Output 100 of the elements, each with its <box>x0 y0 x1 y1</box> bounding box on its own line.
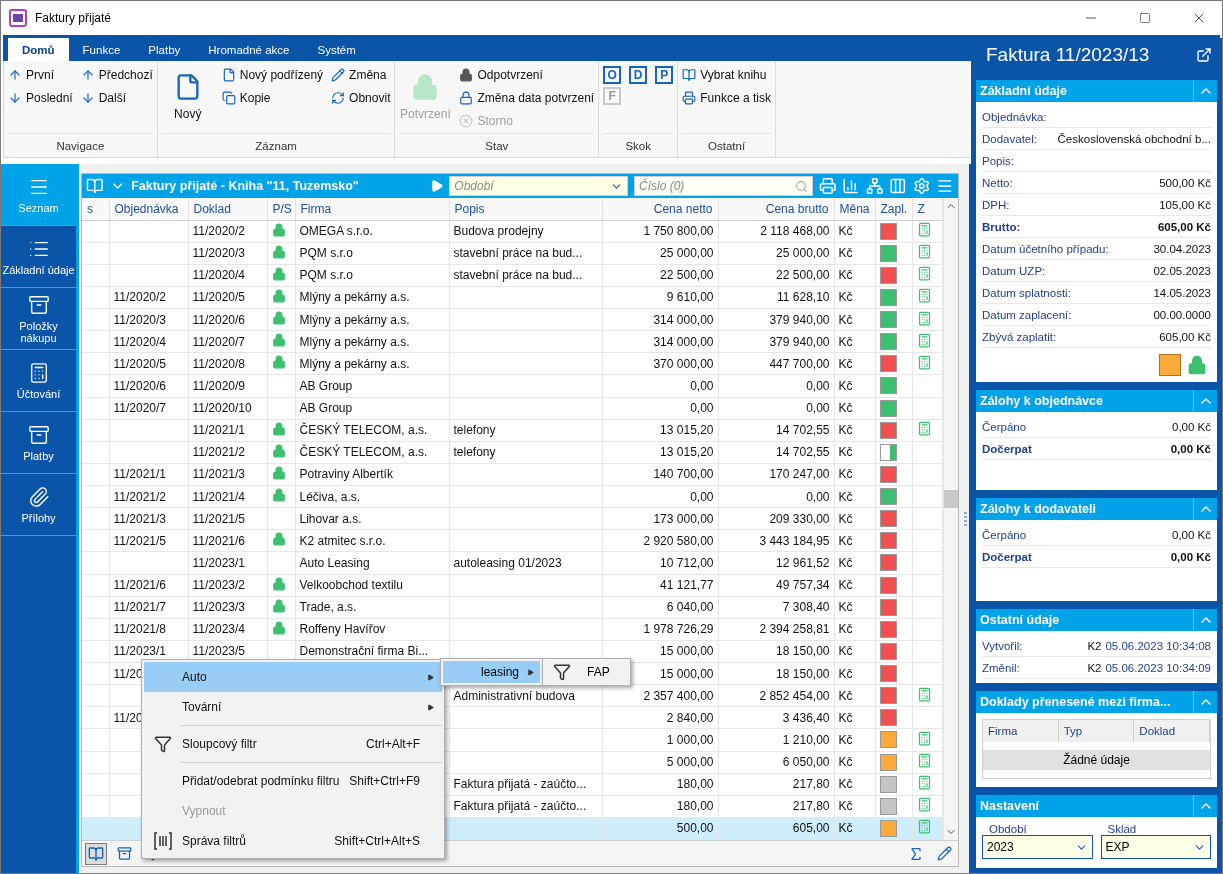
table-cell: 217,80 <box>718 795 834 818</box>
field-value: 0,00 Kč <box>1170 550 1211 563</box>
table-cell: 41 121,77 <box>602 574 718 597</box>
table-cell: 22 500,00 <box>602 264 718 287</box>
table-cell: 173 000,00 <box>602 507 718 530</box>
table-cell: ČESKÝ TELECOM, a.s. <box>295 441 449 464</box>
field-value: 14.05.2023 <box>1153 286 1211 299</box>
table-cell: Faktura přijatá - zaúčto... <box>449 795 602 818</box>
field-value: 0,00 Kč <box>1172 528 1211 541</box>
table-cell: 11/2020/7 <box>188 330 267 353</box>
field-label: Brutto: <box>982 220 1021 233</box>
section-title: Zálohy k objednávce <box>979 394 1103 408</box>
table-cell: Kč <box>834 751 875 774</box>
table-cell: 209 330,00 <box>718 507 834 530</box>
group-label: Stav <box>399 133 595 157</box>
table-cell: 6 040,00 <box>602 596 718 619</box>
table-cell: 11/2020/8 <box>188 352 267 375</box>
table-cell: 6 050,00 <box>718 751 834 774</box>
table-cell: 25 000,00 <box>602 242 718 265</box>
table-cell: 11/2021/5 <box>109 529 188 552</box>
table-cell: Kč <box>834 662 875 685</box>
table-cell: 11/2020/4 <box>188 264 267 287</box>
table-cell: Mlýny a pekárny a.s. <box>295 330 449 353</box>
table-cell: 13 015,20 <box>602 441 718 464</box>
table-cell: 447 700,00 <box>718 352 834 375</box>
table-cell: 7 308,40 <box>718 596 834 619</box>
table-cell: 1 210,00 <box>718 728 834 751</box>
table-cell: 11/2021/4 <box>188 485 267 508</box>
table-cell: 2 118 468,00 <box>718 220 834 243</box>
section-title: Nastavení <box>979 799 1040 813</box>
detail-title: Faktura 11/2023/13 <box>986 44 1150 66</box>
table-cell: Léčiva, a.s. <box>295 485 449 508</box>
field-value: 30.04.2023 <box>1153 242 1211 255</box>
field-value: 02.05.2023 <box>1153 264 1211 277</box>
field-label: Popis: <box>982 154 1014 167</box>
table-cell: Kč <box>834 706 875 729</box>
table-cell: 9 610,00 <box>602 286 718 309</box>
field-value: 500,00 Kč <box>1159 176 1211 189</box>
timestamp: 05.06.2023 10:34:09 <box>1105 661 1211 674</box>
table-cell: 2 920 580,00 <box>602 529 718 552</box>
table-cell: Kč <box>834 596 875 619</box>
table-cell: stavební práce na bud... <box>449 264 602 287</box>
table-cell: 11/2020/6 <box>109 374 188 397</box>
table-cell: 0,00 <box>718 485 834 508</box>
table-cell: 14 702,55 <box>718 419 834 442</box>
table-cell: 11/2023/2 <box>188 574 267 597</box>
field-value: 605,00 Kč <box>1157 220 1211 233</box>
column-header: Doklad <box>1134 720 1210 742</box>
table-cell: 11/2021/5 <box>188 507 267 530</box>
field-label: Datum zaplacení: <box>982 308 1072 321</box>
table-cell: Lihovar a.s. <box>295 507 449 530</box>
field-label: Dodavatel: <box>982 132 1037 145</box>
table-cell: Kč <box>834 529 875 552</box>
table-cell: 11/2020/5 <box>109 352 188 375</box>
table-cell: 314 000,00 <box>602 330 718 353</box>
table-cell: Kč <box>834 574 875 597</box>
group-label: Skok <box>603 133 674 157</box>
table-cell: 180,00 <box>602 773 718 796</box>
field-value: 0,00 Kč <box>1172 420 1211 433</box>
table-cell: Kč <box>834 618 875 641</box>
table-cell: 11/2021/8 <box>109 618 188 641</box>
table-cell: 379 940,00 <box>718 308 834 331</box>
table-cell: Kč <box>834 419 875 442</box>
table-cell: K2 atmitec s.r.o. <box>295 529 449 552</box>
table-cell: 13 015,20 <box>602 419 718 442</box>
table-cell: telefony <box>449 419 602 442</box>
group-label: Záznam <box>161 133 391 157</box>
table-cell: Kč <box>834 728 875 751</box>
table-cell: 379 940,00 <box>718 330 834 353</box>
table-cell: Kč <box>834 308 875 331</box>
table-cell: 11/2020/4 <box>109 330 188 353</box>
table-cell: 11/2020/6 <box>188 308 267 331</box>
table-cell: Kč <box>834 441 875 464</box>
table-cell: 11/2021/3 <box>109 507 188 530</box>
table-cell: 14 702,55 <box>718 441 834 464</box>
field-label: Vytvořil: <box>982 639 1023 652</box>
table-cell: 11/2023/3 <box>188 596 267 619</box>
table-cell: 140 700,00 <box>602 463 718 486</box>
column-header: Firma <box>983 720 1059 742</box>
field-value: 605,00 Kč <box>1159 330 1211 343</box>
field-label: Čerpáno <box>982 420 1027 433</box>
table-cell: Potraviny Albertík <box>295 463 449 486</box>
table-cell: Budova prodejny <box>449 220 602 243</box>
table-cell: 18 150,00 <box>718 662 834 685</box>
timestamp: 05.06.2023 10:34:08 <box>1105 639 1211 652</box>
table-cell: 11/2020/9 <box>188 374 267 397</box>
field-label: Datum UZP: <box>982 264 1046 277</box>
table-cell: ČESKÝ TELECOM, a.s. <box>295 419 449 442</box>
table-cell: Kč <box>834 352 875 375</box>
table-cell: 49 757,34 <box>718 574 834 597</box>
section-title: Zálohy k dodavateli <box>979 502 1096 516</box>
table-cell: 2 852 454,00 <box>718 684 834 707</box>
table-cell: 500,00 <box>602 817 718 840</box>
table-cell: 170 247,00 <box>718 463 834 486</box>
table-cell: 1 000,00 <box>602 728 718 751</box>
table-cell: Mlýny a pekárny a.s. <box>295 308 449 331</box>
field-label: Dočerpat <box>982 442 1032 455</box>
table-cell: Kč <box>834 795 875 818</box>
field-label: Čerpáno <box>982 528 1027 541</box>
window-title: Faktury přijaté <box>35 11 113 25</box>
